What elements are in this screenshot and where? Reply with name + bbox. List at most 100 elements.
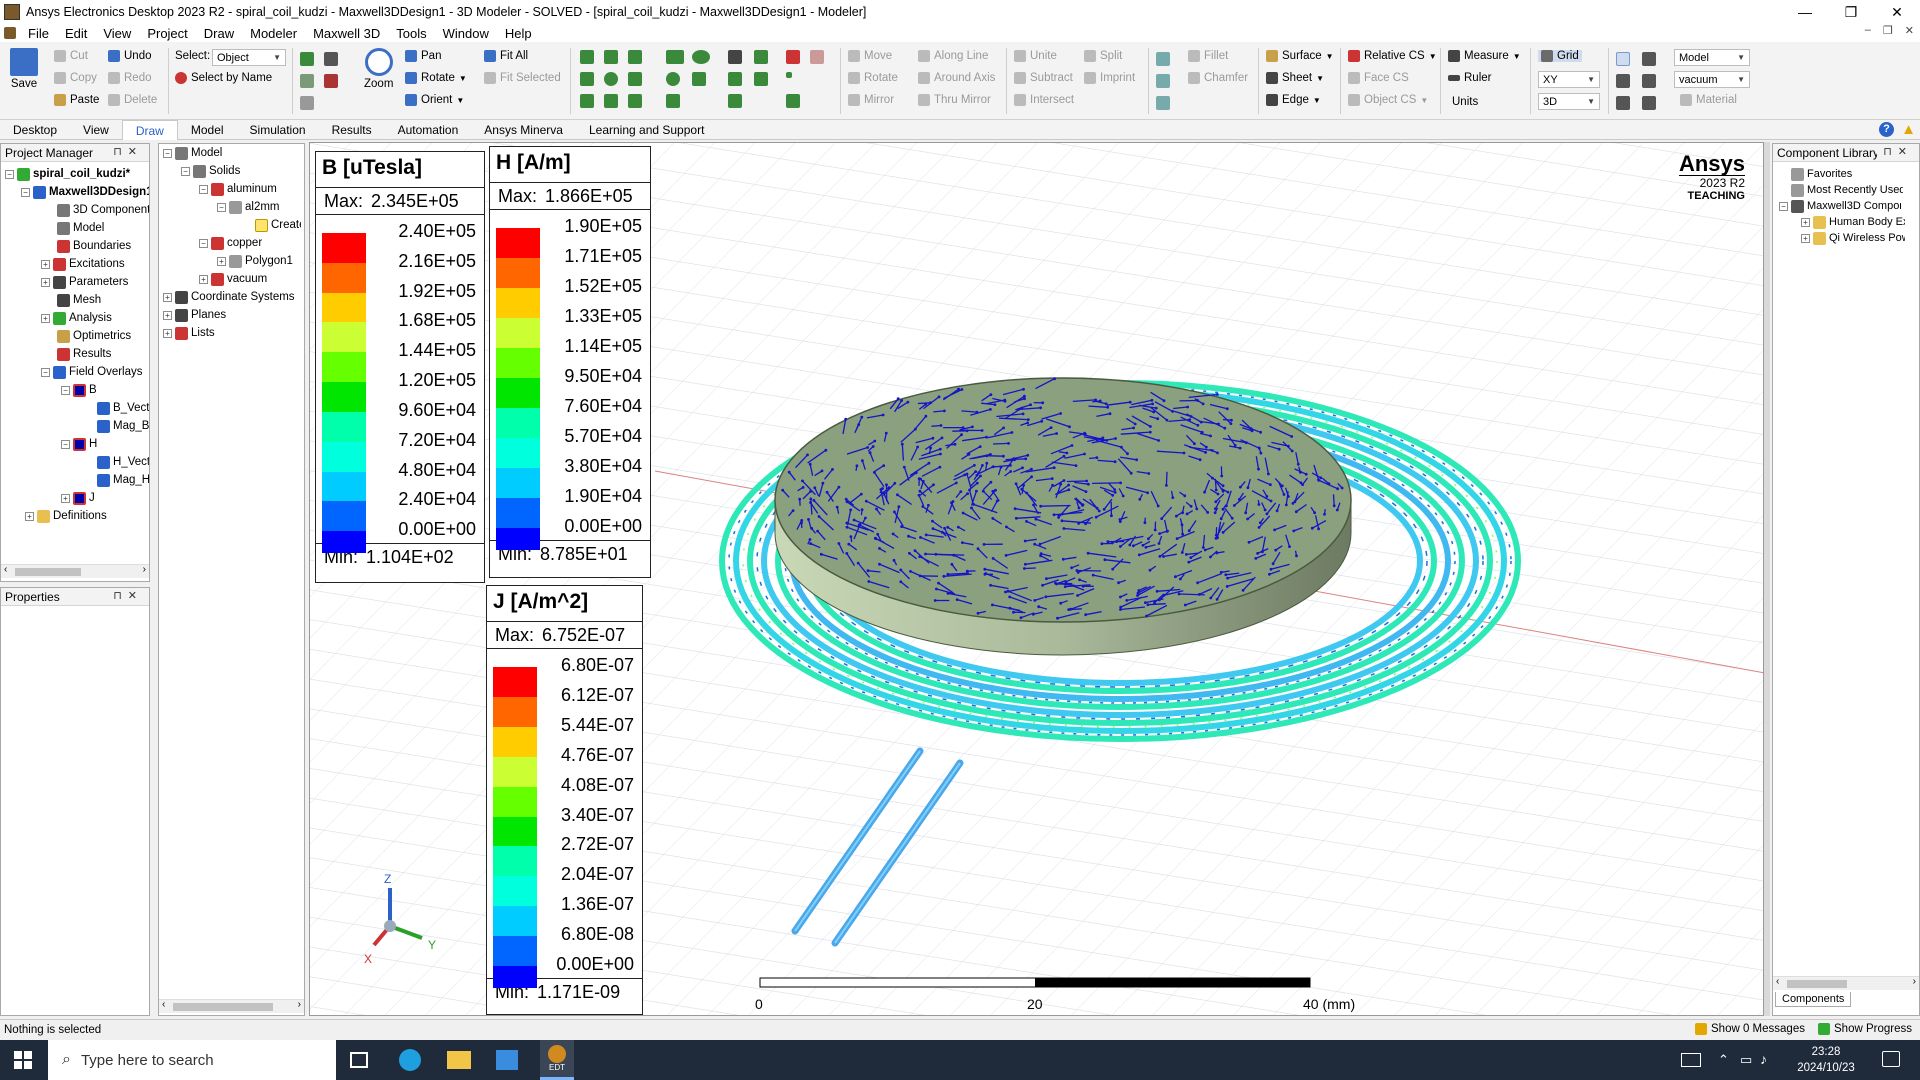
cone-icon[interactable] bbox=[604, 50, 618, 64]
tree-coordinate-systems[interactable]: + Coordinate Systems bbox=[163, 289, 295, 305]
snap-grid-icon[interactable] bbox=[1616, 52, 1630, 66]
cylinder-icon[interactable] bbox=[580, 72, 594, 86]
measure-dropdown[interactable]: Measure ▼ bbox=[1448, 50, 1521, 62]
lib-qi-wireless[interactable]: + Qi Wireless Pow bbox=[1801, 230, 1905, 246]
network-icon[interactable]: ▭ bbox=[1740, 1052, 1752, 1068]
rotate-view-button[interactable]: Rotate ▼ bbox=[405, 72, 467, 84]
rotate-object-button[interactable]: Rotate bbox=[848, 72, 898, 84]
units-button[interactable]: Units bbox=[1452, 96, 1478, 108]
panel-pin-close-icon[interactable]: ⊓✕ bbox=[113, 145, 143, 158]
taskbar-search[interactable]: ⌕ Type here to search bbox=[48, 1040, 336, 1080]
volume-icon[interactable]: ♪ bbox=[1760, 1051, 1767, 1067]
menu-edit[interactable]: Edit bbox=[57, 26, 95, 41]
tree-mag-h[interactable]: Mag_H1 bbox=[97, 472, 149, 488]
connect-icon[interactable] bbox=[1156, 96, 1170, 110]
mdi-close-button[interactable]: ✕ bbox=[1905, 24, 1914, 37]
file-explorer-icon[interactable] bbox=[447, 1051, 471, 1069]
tab-simulation[interactable]: Simulation bbox=[237, 120, 319, 140]
equation-curve-icon[interactable] bbox=[754, 72, 768, 86]
3d-viewport[interactable]: Z Y X 0 20 40 (mm) Ansys 2023 R2 TEACHIN… bbox=[309, 142, 1764, 1016]
menu-tools[interactable]: Tools bbox=[388, 26, 434, 41]
components-tab[interactable]: Components bbox=[1775, 992, 1852, 1007]
tree-h-vector[interactable]: H_Vector1 bbox=[97, 454, 149, 470]
menu-maxwell3d[interactable]: Maxwell 3D bbox=[305, 26, 388, 41]
fit-selected-button[interactable]: Fit Selected bbox=[484, 72, 561, 84]
model-tree-hscroll[interactable]: ‹ › bbox=[159, 999, 304, 1013]
save-button[interactable]: Save bbox=[10, 48, 38, 90]
menu-project[interactable]: Project bbox=[139, 26, 195, 41]
legend-b[interactable]: B [uTesla] Max: 2.345E+05 2.40E+05 2.16E+0… bbox=[315, 151, 485, 583]
tree-j[interactable]: + J bbox=[61, 490, 95, 506]
tree-create-cylinder[interactable]: CreateCylinder bbox=[255, 217, 301, 233]
tree-b[interactable]: − B bbox=[61, 382, 97, 398]
legend-h[interactable]: H [A/m] Max: 1.866E+05 1.90E+05 1.71E+05 1.… bbox=[489, 146, 651, 578]
component-library-pin-close-icon[interactable]: ⊓✕ bbox=[1883, 145, 1913, 158]
mdi-minimize-button[interactable]: – bbox=[1865, 24, 1871, 37]
tab-learning-support[interactable]: Learning and Support bbox=[576, 120, 717, 140]
menu-draw[interactable]: Draw bbox=[196, 26, 242, 41]
tree-model-root[interactable]: − Model bbox=[163, 145, 222, 161]
zoom-button[interactable]: Zoom bbox=[364, 48, 393, 90]
tab-ansys-minerva[interactable]: Ansys Minerva bbox=[471, 120, 576, 140]
tab-model[interactable]: Model bbox=[178, 120, 237, 140]
wrap-icon[interactable] bbox=[1156, 52, 1170, 66]
lib-recent[interactable]: Most Recently Used bbox=[1791, 182, 1903, 198]
tree-mesh[interactable]: Mesh bbox=[57, 292, 101, 308]
tray-chevron-icon[interactable]: ⌃ bbox=[1718, 1052, 1729, 1068]
mdi-restore-button[interactable]: ❐ bbox=[1883, 24, 1893, 37]
component-library-hscroll[interactable]: ‹ › bbox=[1773, 976, 1919, 990]
material-dropdown[interactable]: vacuum ▼ bbox=[1674, 71, 1750, 88]
tab-automation[interactable]: Automation bbox=[385, 120, 472, 140]
subtract-button[interactable]: Subtract bbox=[1014, 72, 1073, 84]
edt-taskbar-button[interactable]: EDT bbox=[540, 1040, 574, 1080]
center-arc-icon[interactable] bbox=[728, 94, 742, 108]
close-button[interactable]: ✕ bbox=[1874, 0, 1920, 24]
spiral-icon[interactable] bbox=[604, 94, 618, 108]
torus-icon[interactable] bbox=[628, 72, 642, 86]
snap-quadrant-icon[interactable] bbox=[1642, 96, 1656, 110]
box-select-icon[interactable] bbox=[324, 52, 338, 66]
thru-mirror-button[interactable]: Thru Mirror bbox=[918, 94, 991, 106]
along-line-button[interactable]: Along Line bbox=[918, 50, 988, 62]
relative-cs-dropdown[interactable]: Relative CS ▼ bbox=[1348, 50, 1437, 62]
project-manager-hscroll[interactable]: ‹ › bbox=[1, 564, 149, 578]
ruler-button[interactable]: Ruler bbox=[1448, 72, 1491, 84]
help-icon[interactable]: ? bbox=[1879, 122, 1894, 137]
tree-b-vector[interactable]: B_Vector1 bbox=[97, 400, 149, 416]
dimension-dropdown[interactable]: 3D ▼ bbox=[1538, 93, 1600, 110]
sweep-icon[interactable] bbox=[1156, 74, 1170, 88]
edge-browser-icon[interactable] bbox=[399, 1049, 421, 1071]
imprint-button[interactable]: Imprint bbox=[1084, 72, 1135, 84]
rectangle-icon[interactable] bbox=[666, 50, 684, 64]
intersect-button[interactable]: Intersect bbox=[1014, 94, 1074, 106]
keyboard-icon[interactable] bbox=[1681, 1053, 1701, 1067]
snap-vertex-icon[interactable] bbox=[1642, 52, 1656, 66]
tree-results[interactable]: Results bbox=[57, 346, 111, 362]
tree-design[interactable]: − Maxwell3DDesign1 bbox=[21, 184, 149, 200]
orient-button[interactable]: Orient ▼ bbox=[405, 94, 464, 106]
tab-view[interactable]: View bbox=[70, 120, 122, 140]
undo-button[interactable]: Undo bbox=[108, 50, 152, 62]
legend-j[interactable]: J [A/m^2] Max: 6.752E-07 6.80E-07 6.12E-07… bbox=[486, 585, 643, 1015]
cut-button[interactable]: Cut bbox=[54, 50, 88, 62]
show-progress-button[interactable]: Show Progress bbox=[1818, 1023, 1912, 1035]
select-by-name-button[interactable]: Select by Name bbox=[175, 72, 272, 84]
menu-help[interactable]: Help bbox=[497, 26, 540, 41]
tree-h[interactable]: − H bbox=[61, 436, 97, 452]
restore-button[interactable]: ❐ bbox=[1828, 0, 1874, 24]
menu-view[interactable]: View bbox=[95, 26, 139, 41]
tree-excitations[interactable]: + Excitations bbox=[41, 256, 125, 272]
arc-icon[interactable] bbox=[754, 50, 768, 64]
warning-icon[interactable]: ▲ bbox=[1901, 121, 1916, 138]
menu-window[interactable]: Window bbox=[435, 26, 497, 41]
material-button[interactable]: Material bbox=[1680, 94, 1737, 106]
copy-button[interactable]: Copy bbox=[54, 72, 97, 84]
tab-results[interactable]: Results bbox=[319, 120, 385, 140]
tree-vacuum[interactable]: + vacuum bbox=[199, 271, 267, 287]
user-defined-icon[interactable] bbox=[810, 50, 824, 64]
polygon-icon[interactable] bbox=[666, 94, 680, 108]
sphere-icon[interactable] bbox=[604, 72, 618, 86]
around-axis-button[interactable]: Around Axis bbox=[918, 72, 995, 84]
lib-human-body[interactable]: + Human Body Ex bbox=[1801, 214, 1905, 230]
show-messages-button[interactable]: Show 0 Messages bbox=[1695, 1023, 1805, 1035]
